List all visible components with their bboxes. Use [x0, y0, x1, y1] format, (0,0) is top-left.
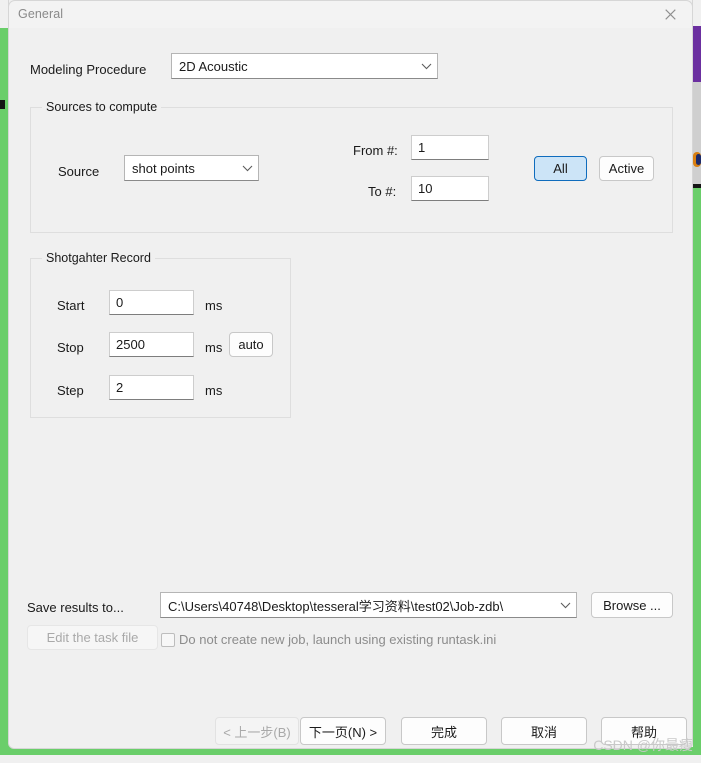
source-select[interactable]: shot points — [124, 155, 259, 181]
dialog-titlebar: General — [8, 0, 693, 28]
record-group-title: Shotgahter Record — [42, 251, 155, 265]
cancel-button[interactable]: 取消 — [501, 717, 587, 745]
modeling-procedure-select[interactable]: 2D Acoustic — [171, 53, 438, 79]
chevron-down-icon — [554, 602, 576, 609]
stop-unit: ms — [205, 340, 223, 355]
from-number-input[interactable]: 1 — [411, 135, 489, 160]
all-button[interactable]: All — [534, 156, 587, 181]
stop-input[interactable]: 2500 — [109, 332, 194, 357]
modeling-procedure-value: 2D Acoustic — [179, 58, 248, 74]
source-label: Source — [58, 164, 100, 179]
csdn-watermark: CSDN @你最瘦 — [593, 737, 693, 753]
save-path-select[interactable]: C:\Users\40748\Desktop\tesseral学习资料\test… — [160, 592, 577, 618]
active-button[interactable]: Active — [599, 156, 654, 181]
step-unit: ms — [205, 383, 223, 398]
sources-to-compute-group: Sources to compute Source shot points Fr… — [30, 100, 673, 233]
to-number-label: To #: — [368, 184, 397, 199]
dialog-title: General — [18, 7, 64, 21]
background-window-icon-right — [693, 152, 701, 167]
modeling-procedure-label: Modeling Procedure — [30, 62, 147, 77]
background-window-green-right — [693, 188, 701, 755]
shotgahter-record-group: Shotgahter Record Start 0 ms Stop 2500 m… — [30, 251, 291, 418]
dialog-content: Modeling Procedure 2D Acoustic Sources t… — [9, 28, 692, 748]
general-dialog: General Modeling Procedure 2D Acoustic S… — [8, 0, 693, 749]
edit-task-file-button[interactable]: Edit the task file — [27, 625, 158, 650]
finish-button[interactable]: 完成 — [401, 717, 487, 745]
background-window-purple-right — [693, 26, 701, 82]
step-label: Step — [57, 383, 84, 398]
browse-button[interactable]: Browse ... — [591, 592, 673, 618]
background-window-marker-left — [0, 100, 5, 109]
chevron-down-icon — [415, 63, 437, 70]
source-value: shot points — [132, 160, 195, 176]
to-number-input[interactable]: 10 — [411, 176, 489, 201]
background-window-gray-right — [693, 82, 701, 188]
close-icon[interactable] — [652, 1, 688, 28]
back-button[interactable]: < 上一步(B) — [215, 717, 299, 745]
existing-runtask-checkbox[interactable]: Do not create new job, launch using exis… — [161, 632, 496, 647]
step-input[interactable]: 2 — [109, 375, 194, 400]
sources-group-title: Sources to compute — [42, 100, 162, 114]
chevron-down-icon — [236, 165, 258, 172]
save-path-value: C:\Users\40748\Desktop\tesseral学习资料\test… — [168, 598, 504, 614]
checkbox-box-icon — [161, 632, 175, 647]
start-label: Start — [57, 298, 85, 313]
start-input[interactable]: 0 — [109, 290, 194, 315]
existing-runtask-checkbox-label: Do not create new job, launch using exis… — [179, 632, 497, 647]
next-button[interactable]: 下一页(N) > — [300, 717, 386, 745]
auto-button[interactable]: auto — [229, 332, 273, 357]
save-results-label: Save results to... — [27, 600, 124, 615]
start-unit: ms — [205, 298, 223, 313]
from-number-label: From #: — [353, 143, 398, 158]
stop-label: Stop — [57, 340, 84, 355]
